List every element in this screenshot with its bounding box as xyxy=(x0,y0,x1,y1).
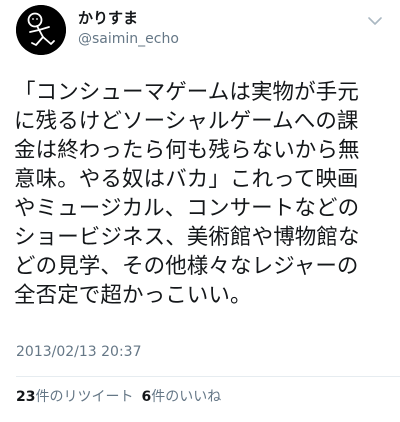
user-handle[interactable]: @saimin_echo xyxy=(78,30,179,48)
tweet-line: 意味。やる奴はバカ」これって映画 xyxy=(14,167,359,192)
tweet-text: 「コンシューマゲームは実物が手元 に残るけどソーシャルゲームへの課 金は終わったら何… xyxy=(14,78,392,310)
tweet-timestamp[interactable]: 2013/02/13 20:37 xyxy=(16,343,142,361)
retweets-label: 件のリツイート xyxy=(35,389,134,405)
retweets-stat[interactable]: 23件のリツイート xyxy=(16,388,133,406)
likes-stat[interactable]: 6件のいいね xyxy=(141,388,221,406)
tweet-menu-button[interactable] xyxy=(366,13,384,27)
tweet-stats: 23件のリツイート 6件のいいね xyxy=(16,388,229,406)
chevron-down-icon xyxy=(368,17,382,25)
tweet-header: かりすま @saimin_echo xyxy=(0,0,400,76)
tweet-line: 金は終わったら何も残らないから無 xyxy=(14,138,360,163)
stick-figure-avatar-icon xyxy=(16,5,66,55)
likes-label: 件のいいね xyxy=(151,389,222,405)
likes-count: 6 xyxy=(141,389,152,405)
avatar[interactable] xyxy=(16,5,66,55)
tweet-line: どの見学、その他様々なレジャーの xyxy=(14,254,359,279)
tweet-line: やミュージカル、コンサートなどの xyxy=(14,196,360,221)
tweet-line: ショービジネス、美術館や博物館な xyxy=(14,225,360,250)
tweet-line: 全否定で超かっこいい。 xyxy=(14,283,252,308)
divider xyxy=(16,376,400,377)
tweet-line: 「コンシューマゲームは実物が手元 xyxy=(14,80,359,105)
tweet-line: に残るけどソーシャルゲームへの課 xyxy=(14,109,359,134)
display-name[interactable]: かりすま xyxy=(78,9,138,27)
retweets-count: 23 xyxy=(16,389,36,405)
